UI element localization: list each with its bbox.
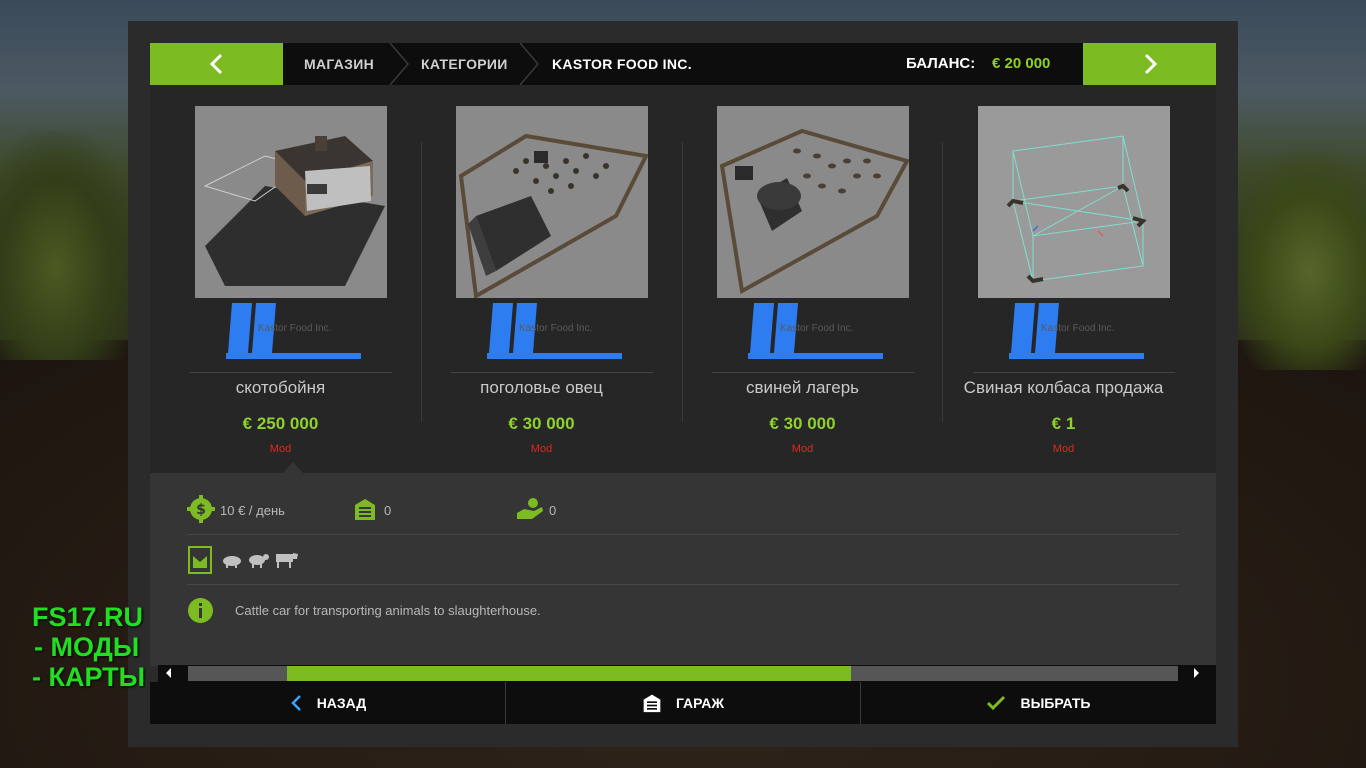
brand-name: Kastor Food Inc.: [780, 323, 854, 334]
item-price: € 30 000: [769, 414, 836, 433]
chevron-left-icon: [209, 53, 222, 75]
brand-bar: [1009, 353, 1144, 359]
garage-icon: [643, 694, 661, 713]
brand-bar: [226, 353, 361, 359]
item-details-panel: $ 10 € / день 0 0 Cattle car for transpo…: [150, 473, 1216, 666]
select-label: ВЫБРАТЬ: [1020, 695, 1091, 711]
shop-item-sausage-sale[interactable]: Kastor Food Inc. Свиная колбаса продажа …: [933, 85, 1194, 473]
item-divider-line: [973, 372, 1175, 373]
garage-icon: [355, 499, 375, 520]
feed-trough-icon: [188, 546, 212, 574]
item-name: скотобойня: [235, 378, 326, 397]
mod-tag: Mod: [791, 443, 814, 455]
site-watermark: FS17.RU - МОДЫ - КАРТЫ: [28, 602, 178, 692]
scroll-right-icon[interactable]: [1194, 668, 1199, 678]
shop-item-sheep-pen[interactable]: Kastor Food Inc. поголовье овец € 30 000…: [411, 85, 672, 473]
chevron-left-icon: [290, 695, 301, 711]
brand-logo: Kastor Food Inc.: [184, 301, 364, 359]
brand-name: Kastor Food Inc.: [519, 323, 593, 334]
brand-name: Kastor Food Inc.: [1041, 323, 1115, 334]
item-carousel: Kastor Food Inc. скотобойня € 250 000 Mo…: [150, 85, 1216, 473]
brand-bar: [487, 353, 622, 359]
item-name: поголовье овец: [480, 378, 603, 397]
info-icon: [188, 598, 213, 623]
select-button[interactable]: ВЫБРАТЬ: [861, 682, 1216, 724]
breadcrumb-current-brand: KASTOR FOOD INC.: [552, 56, 692, 72]
carousel-scrollbar[interactable]: [158, 665, 1216, 682]
hand-animal-icon: [517, 498, 543, 519]
watermark-line: - КАРТЫ: [32, 662, 146, 692]
item-thumbnail: [456, 106, 648, 298]
breadcrumb-separator-icon: [519, 43, 539, 85]
mod-tag: Mod: [1052, 443, 1075, 455]
item-divider-line: [712, 372, 914, 373]
breadcrumb-categories[interactable]: КАТЕГОРИИ: [421, 43, 508, 85]
balance-value: € 20 000: [992, 55, 1051, 72]
previous-page-button[interactable]: [150, 43, 283, 85]
shop-footer: НАЗАД ГАРАЖ ВЫБРАТЬ: [150, 682, 1216, 724]
chevron-right-icon: [1144, 53, 1157, 75]
dollar-gear-icon: $: [187, 495, 215, 523]
selected-indicator: [283, 462, 303, 473]
item-price: € 250 000: [242, 414, 319, 433]
item-price: € 30 000: [508, 414, 575, 433]
balance-label: БАЛАНС:: [906, 55, 976, 72]
mod-tag: Mod: [530, 443, 553, 455]
breadcrumb-separator-icon: [389, 43, 409, 85]
details-separator: [187, 584, 1179, 585]
watermark-line: FS17.RU: [32, 602, 144, 632]
item-price: € 1: [1051, 414, 1076, 433]
background-trees-left: [0, 130, 140, 360]
item-name: Свиная колбаса продажа: [963, 378, 1164, 397]
item-thumbnail: [978, 106, 1170, 298]
background-trees-right: [1226, 150, 1366, 370]
sheep-icon: [249, 554, 269, 568]
svg-text:$: $: [196, 502, 206, 518]
brand-bar: [748, 353, 883, 359]
storage-count: 0: [384, 503, 392, 518]
item-thumbnail: [717, 106, 909, 298]
cow-icon: [276, 553, 298, 568]
details-separator: [187, 534, 1179, 535]
pig-icon: [223, 556, 241, 568]
garage-label: ГАРАЖ: [675, 695, 725, 711]
maintenance-cost: 10 € / день: [220, 503, 285, 518]
shop-item-slaughterhouse[interactable]: Kastor Food Inc. скотобойня € 250 000 Mo…: [150, 85, 411, 473]
item-description: Cattle car for transporting animals to s…: [235, 603, 541, 618]
item-name: свиней лагерь: [745, 378, 860, 397]
brand-name: Kastor Food Inc.: [258, 323, 332, 334]
back-button[interactable]: НАЗАД: [150, 682, 505, 724]
back-label: НАЗАД: [316, 695, 367, 711]
brand-logo: Kastor Food Inc.: [967, 301, 1147, 359]
next-page-button[interactable]: [1083, 43, 1216, 85]
animal-capacity: 0: [549, 503, 557, 518]
scroll-thumb[interactable]: [287, 666, 851, 681]
checkmark-icon: [987, 695, 1006, 711]
item-divider-line: [451, 372, 653, 373]
breadcrumb-shop[interactable]: МАГАЗИН: [304, 43, 374, 85]
mod-tag: Mod: [269, 443, 292, 455]
garage-button[interactable]: ГАРАЖ: [506, 682, 860, 724]
item-thumbnail: [195, 106, 387, 298]
watermark-line: - МОДЫ: [34, 632, 140, 662]
brand-logo: Kastor Food Inc.: [706, 301, 886, 359]
shop-header: МАГАЗИН КАТЕГОРИИ KASTOR FOOD INC. БАЛАН…: [150, 43, 1216, 85]
scroll-track[interactable]: [188, 666, 1178, 681]
item-divider-line: [190, 372, 392, 373]
shop-item-pig-camp[interactable]: Kastor Food Inc. свиней лагерь € 30 000 …: [672, 85, 933, 473]
brand-logo: Kastor Food Inc.: [445, 301, 625, 359]
